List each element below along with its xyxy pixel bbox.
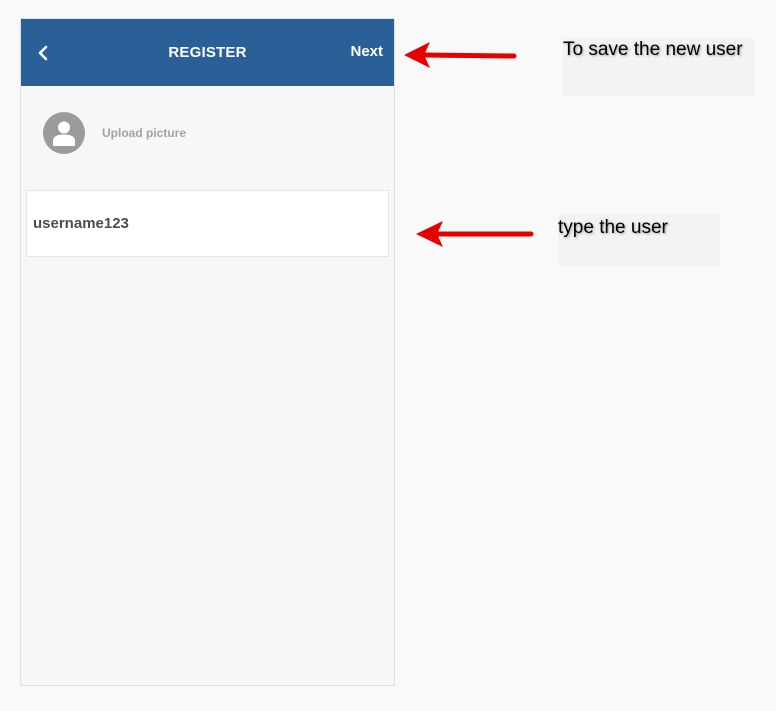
- page-title: REGISTER: [168, 44, 247, 61]
- app-header: REGISTER Next: [21, 19, 394, 86]
- register-screen: REGISTER Next Upload picture: [20, 18, 395, 686]
- type-note: type the user: [558, 217, 668, 238]
- username-input[interactable]: [26, 190, 389, 257]
- screenshot-stage: REGISTER Next Upload picture To save the…: [0, 0, 776, 711]
- next-button[interactable]: Next: [350, 43, 383, 60]
- save-note: To save the new user: [563, 39, 743, 60]
- save-arrow-icon: [404, 42, 517, 68]
- upload-picture-button[interactable]: Upload picture: [43, 112, 186, 154]
- user-avatar-icon: [53, 121, 75, 146]
- avatar[interactable]: [43, 112, 85, 154]
- upload-picture-label: Upload picture: [102, 126, 187, 140]
- type-arrow-icon: [416, 221, 534, 247]
